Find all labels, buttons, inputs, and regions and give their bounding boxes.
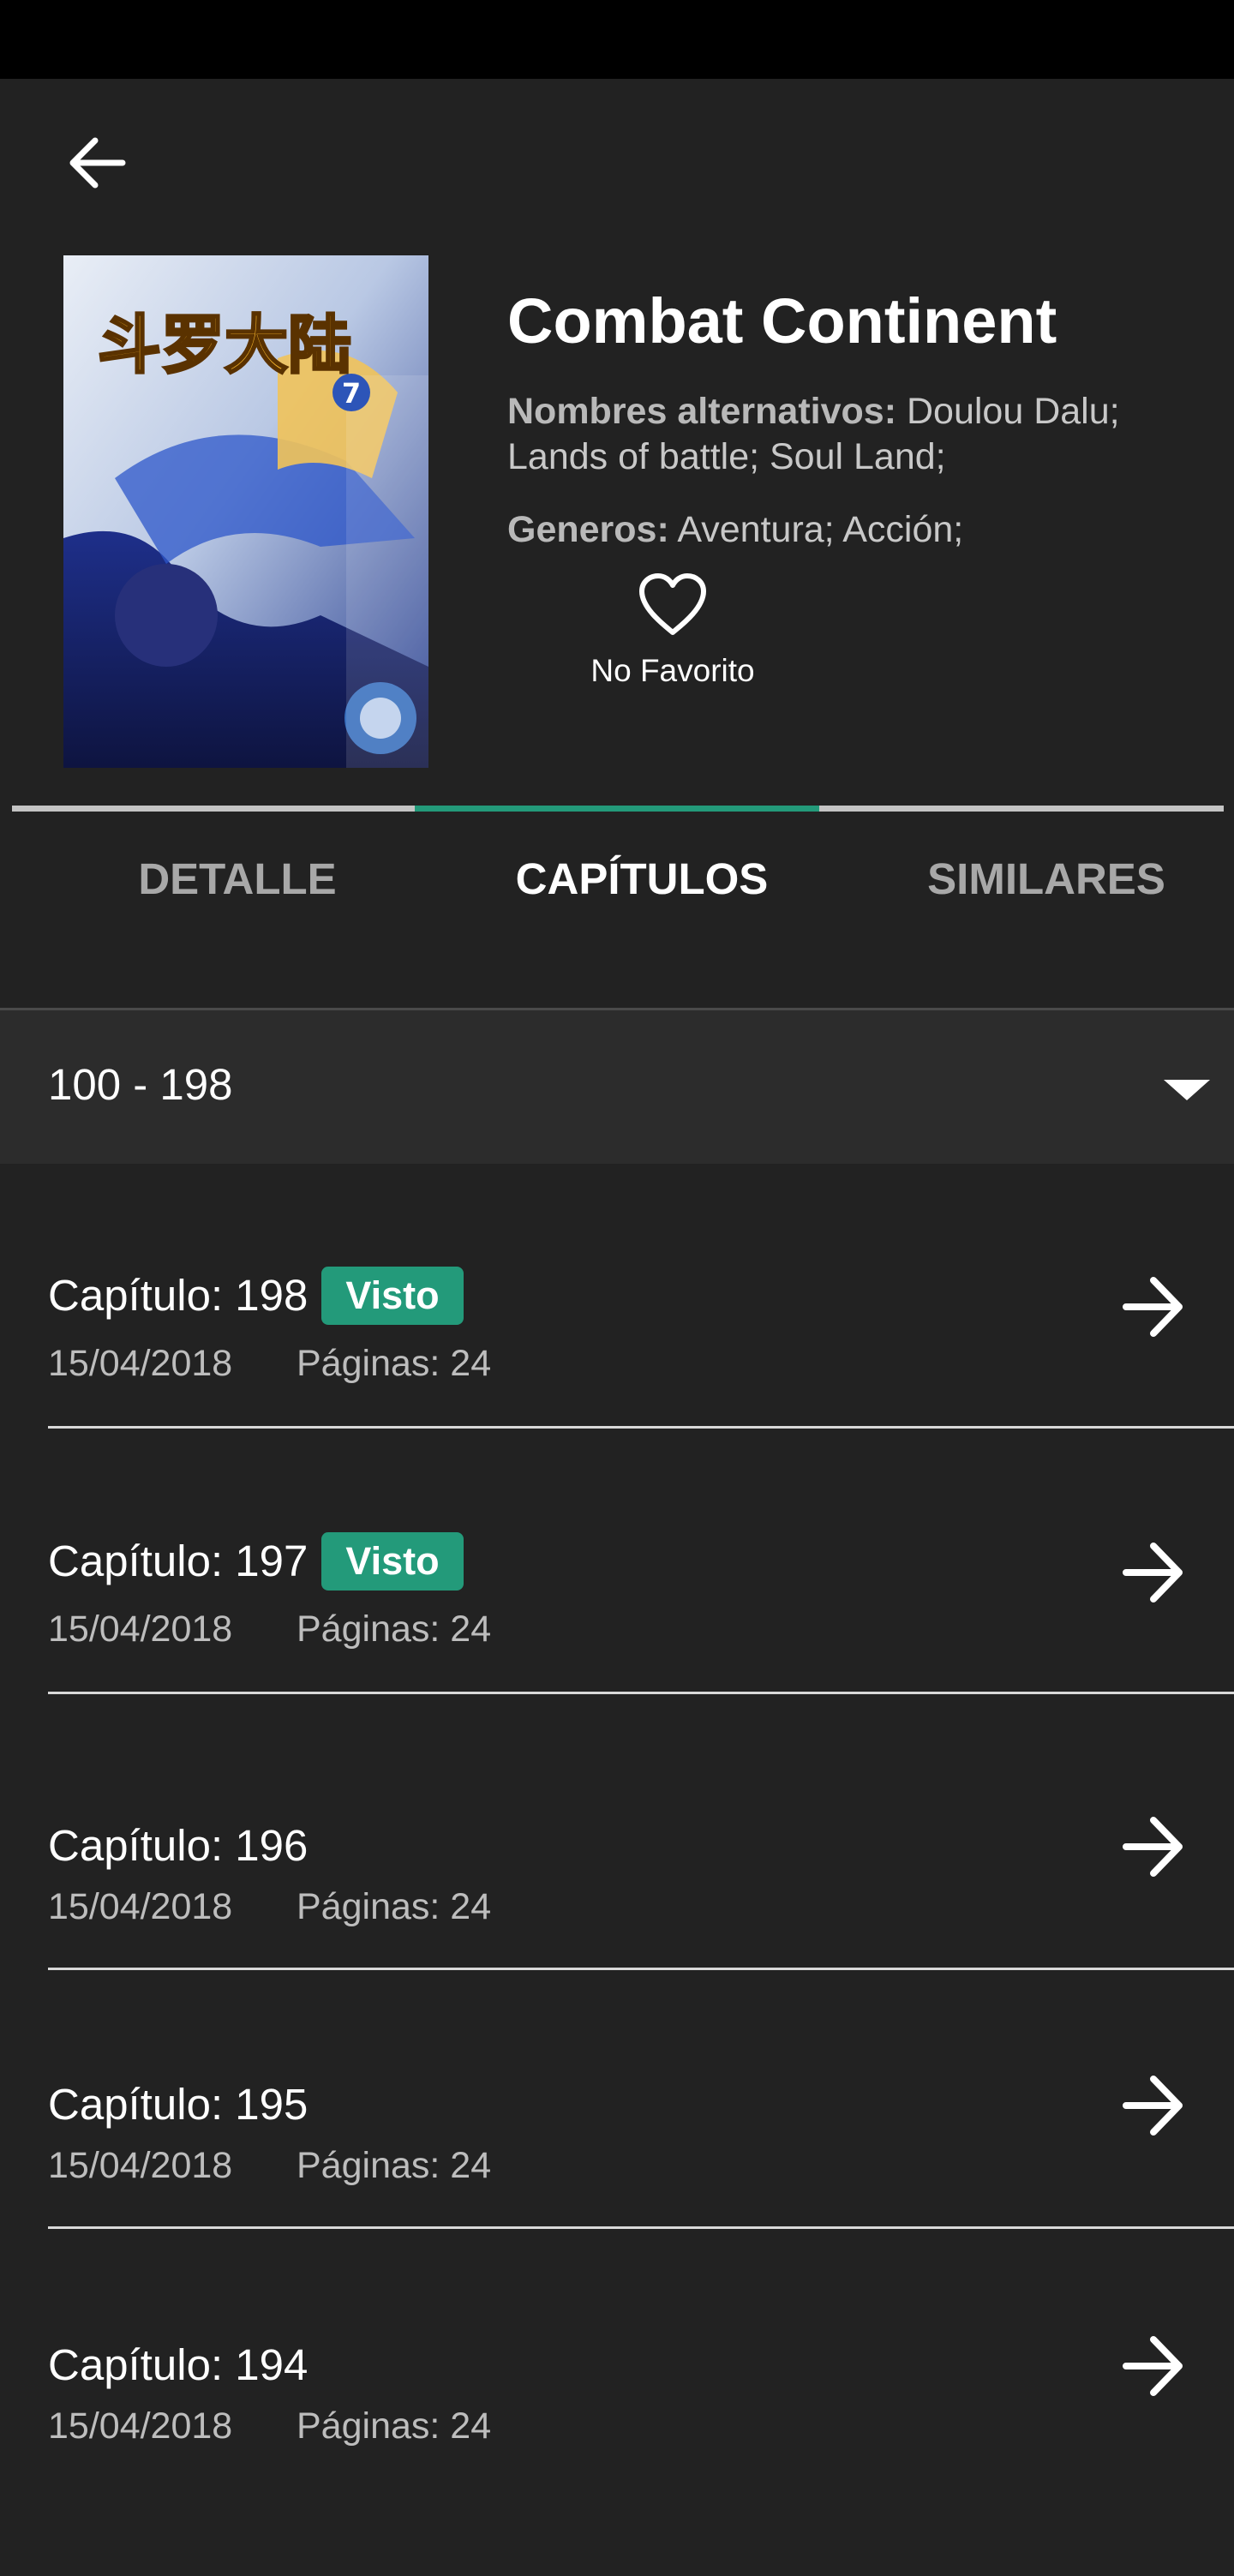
chapter-date: 15/04/2018 [48,1886,233,1927]
viewed-badge: Visto [321,1267,464,1325]
arrow-right-icon[interactable] [1114,2327,1191,2405]
tab-indicator-capitulos [415,806,819,812]
chapter-title: Capítulo: 194 [48,2338,308,2393]
chapter-title-text: Capítulo: 196 [48,1821,308,1870]
chapter-divider [48,1968,1234,1970]
heart-outline-icon [639,573,706,635]
chapter-pages: Páginas: 24 [297,1886,492,1927]
chapter-range-dropdown[interactable]: 100 - 198 [0,1008,1234,1164]
chapter-date: 15/04/2018 [48,2405,233,2447]
alternative-names-label: Nombres alternativos: [507,391,897,432]
arrow-left-icon [69,137,126,189]
chapter-row[interactable]: Capítulo: 198 Visto 15/04/2018 Páginas: 24 [0,1267,1234,1525]
back-button[interactable] [53,120,139,206]
genres: Generos: Aventura; Acción; [507,507,1193,553]
chapter-row[interactable]: Capítulo: 197 Visto 15/04/2018 Páginas: 24 [0,1532,1234,1791]
arrow-right-icon[interactable] [1114,1268,1191,1345]
chapter-pages: Páginas: 24 [297,2405,492,2447]
arrow-right-icon[interactable] [1114,1534,1191,1611]
chapter-date: 15/04/2018 [48,1343,233,1384]
manga-title: Combat Continent [507,285,1057,356]
genres-label: Generos: [507,509,669,550]
chapter-range-value: 100 - 198 [48,1060,233,1109]
tab-indicator-similares [819,806,1224,812]
chapter-pages: Páginas: 24 [297,1343,492,1384]
tab-indicator-detalle [12,806,415,812]
chapter-divider [48,2226,1234,2229]
chapter-title-text: Capítulo: 197 [48,1537,308,1585]
chapter-title: Capítulo: 195 [48,2077,308,2132]
chapter-row[interactable]: Capítulo: 194 15/04/2018 Páginas: 24 [0,2319,1234,2576]
chapter-title-text: Capítulo: 195 [48,2080,308,2129]
chapter-date: 15/04/2018 [48,1609,233,1650]
chapter-row[interactable]: Capítulo: 196 15/04/2018 Páginas: 24 [0,1800,1234,2057]
chapter-divider [48,1692,1234,1694]
chapter-title-text: Capítulo: 194 [48,2340,308,2389]
genres-value: Aventura; Acción; [668,509,964,550]
chapter-title-text: Capítulo: 198 [48,1271,308,1320]
tab-detalle[interactable]: DETALLE [36,845,439,914]
manga-cover-image: 斗罗大陆 7 [63,255,428,768]
favorite-label: No Favorito [590,653,755,688]
chapter-title: Capítulo: 197 Visto [48,1532,464,1591]
chapter-date: 15/04/2018 [48,2145,233,2186]
viewed-badge: Visto [321,1532,464,1591]
arrow-right-icon[interactable] [1114,1808,1191,1885]
chapter-row[interactable]: Capítulo: 195 15/04/2018 Páginas: 24 [0,2058,1234,2315]
tab-capitulos[interactable]: CAPÍTULOS [440,845,843,914]
svg-text:7: 7 [342,377,361,410]
favorite-button[interactable]: No Favorito [548,572,797,710]
dropdown-triangle-icon [1164,1080,1210,1100]
svg-text:斗罗大陆: 斗罗大陆 [98,309,351,382]
status-bar [0,0,1234,79]
chapter-title: Capítulo: 198 Visto [48,1267,464,1325]
arrow-right-icon[interactable] [1114,2067,1191,2144]
chapter-pages: Páginas: 24 [297,1609,492,1650]
tab-similares[interactable]: SIMILARES [845,845,1234,914]
chapter-divider [48,1426,1234,1429]
alternative-names: Nombres alternativos: Doulou Dalu; Lands… [507,389,1193,480]
chapter-title: Capítulo: 196 [48,1818,308,1873]
chapter-pages: Páginas: 24 [297,2145,492,2186]
